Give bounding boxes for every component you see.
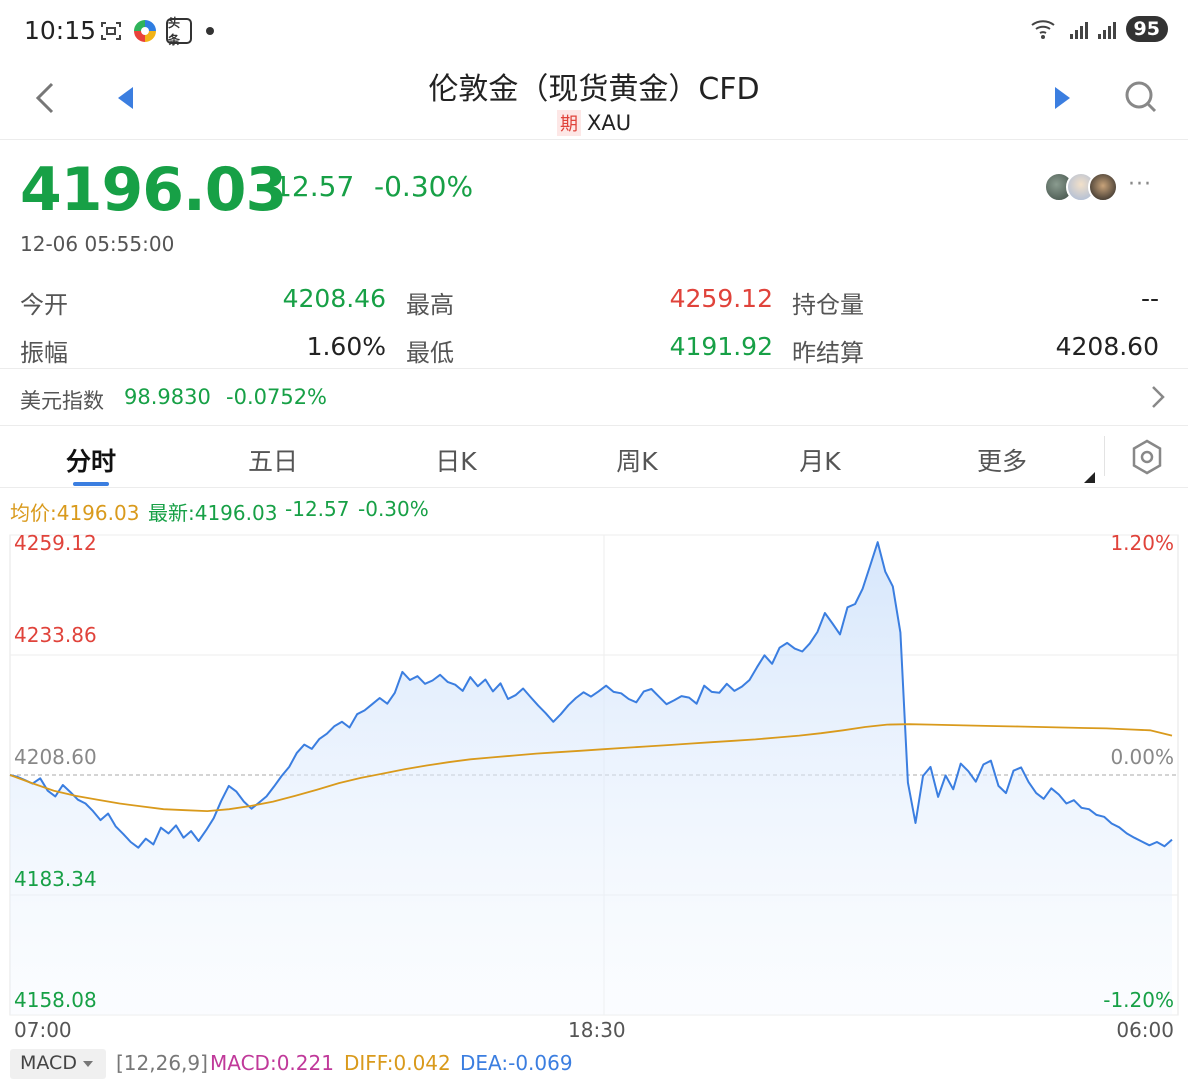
price-area (10, 542, 1172, 1015)
header: 伦敦金（现货黄金）CFD 期 XAU (0, 60, 1188, 140)
symbol-line: 期 XAU (0, 110, 1188, 136)
avatar (1088, 172, 1118, 202)
toutiao-icon: 头条 (166, 16, 192, 47)
y-tick-right: -1.20% (1103, 988, 1174, 1012)
tab-monthly-k[interactable]: 月K (769, 442, 871, 478)
chart-settings-icon[interactable] (1130, 438, 1164, 476)
futures-badge: 期 (556, 110, 581, 136)
more-icon[interactable]: ··· (1128, 172, 1152, 197)
y-tick-left: 4259.12 (14, 531, 97, 555)
stat-label-amplitude: 振幅 (20, 339, 68, 367)
notification-dot (206, 27, 214, 35)
indicator-selector-label: MACD (20, 1052, 77, 1074)
diff-value: DIFF:0.042 (344, 1051, 451, 1075)
price-change-pct: -0.30% (374, 170, 474, 203)
x-tick: 07:00 (14, 1018, 72, 1042)
caret-down-icon (82, 1060, 93, 1067)
stat-value-prev-settle: 4208.60 (1055, 332, 1159, 361)
stat-label-prev-settle: 昨结算 (792, 339, 864, 367)
symbol-code: XAU (586, 111, 632, 135)
indicator-selector[interactable]: MACD (10, 1049, 106, 1079)
tab-daily-k[interactable]: 日K (405, 442, 507, 478)
legend-latest-price: 最新:4196.03 (148, 501, 278, 525)
status-right-icons: 95 (1030, 16, 1168, 42)
y-tick-right: 1.20% (1110, 531, 1174, 555)
battery-indicator: 95 (1125, 16, 1168, 42)
active-tab-indicator (73, 482, 109, 486)
tab-five-day[interactable]: 五日 (222, 442, 324, 478)
usd-index-row[interactable]: 美元指数 98.9830 -0.0752% (0, 368, 1188, 426)
browser-icon (132, 18, 158, 44)
stat-label-open-interest: 持仓量 (792, 291, 864, 319)
legend-change: -12.57 (285, 497, 350, 521)
usd-index-value: 98.9830 (124, 385, 211, 409)
stat-value-high: 4259.12 (669, 284, 773, 313)
y-tick-left: 4208.60 (14, 745, 97, 769)
tab-weekly-k[interactable]: 周K (586, 442, 688, 478)
stat-value-low: 4191.92 (669, 332, 773, 361)
stat-label-low: 最低 (406, 339, 454, 367)
stat-value-open-interest: -- (1140, 284, 1159, 313)
y-tick-left: 4183.34 (14, 867, 97, 891)
page-title: 伦敦金（现货黄金）CFD (428, 72, 760, 107)
screenshot-icon (98, 18, 124, 44)
search-icon[interactable] (1124, 80, 1158, 114)
tab-intraday[interactable]: 分时 (40, 442, 142, 478)
y-tick-left: 4233.86 (14, 623, 97, 647)
wifi-icon (1030, 20, 1055, 39)
macd-params: [12,26,9] (116, 1051, 208, 1075)
legend-avg-price: 均价:4196.03 (10, 501, 140, 525)
signal-1-icon (1069, 19, 1088, 39)
next-symbol-icon[interactable] (1055, 87, 1070, 109)
divider (0, 487, 1188, 488)
price-change: -12.57 (264, 170, 355, 203)
intraday-chart[interactable] (0, 525, 1188, 1020)
quote-timestamp: 12-06 05:55:00 (20, 232, 175, 256)
community-avatars[interactable] (1044, 172, 1118, 202)
divider (1104, 436, 1105, 476)
chevron-right-icon (1150, 383, 1166, 418)
legend-change-pct: -0.30% (358, 497, 429, 521)
macd-value: MACD:0.221 (210, 1051, 334, 1075)
tab-more[interactable]: 更多 (951, 442, 1053, 478)
stat-label-open: 今开 (20, 291, 68, 319)
usd-index-label: 美元指数 (20, 389, 104, 413)
status-left-icons: 头条 (98, 16, 214, 47)
dropdown-corner-icon (1084, 472, 1095, 483)
x-tick: 18:30 (568, 1018, 626, 1042)
stat-value-amplitude: 1.60% (306, 332, 386, 361)
dea-value: DEA:-0.069 (460, 1051, 573, 1075)
stat-label-high: 最高 (406, 291, 454, 319)
y-tick-right: 0.00% (1110, 745, 1174, 769)
x-tick: 06:00 (1116, 1018, 1174, 1042)
stat-value-open: 4208.46 (282, 284, 386, 313)
signal-2-icon (1097, 19, 1116, 39)
status-time: 10:15 (24, 16, 97, 45)
y-tick-left: 4158.08 (14, 988, 97, 1012)
usd-index-change: -0.0752% (226, 385, 328, 409)
last-price: 4196.03 (20, 155, 287, 225)
